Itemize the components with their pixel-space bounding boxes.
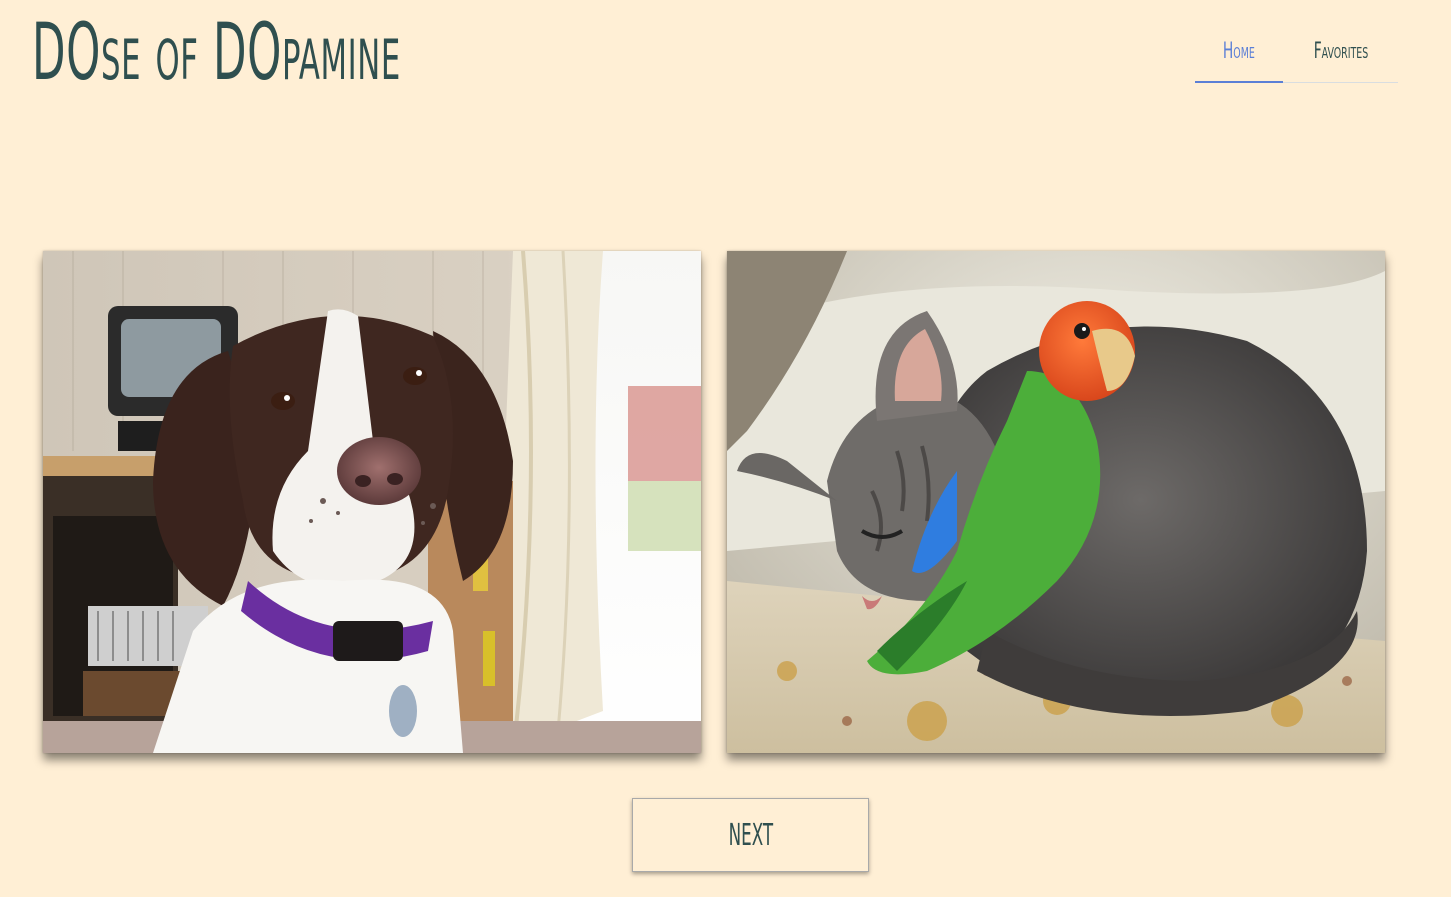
image-card-dog[interactable] — [43, 251, 701, 753]
main-nav: Home Favorites — [1195, 20, 1398, 83]
cat-parrot-photo — [727, 251, 1385, 753]
next-button[interactable]: NEXT — [632, 798, 869, 872]
dog-photo — [43, 251, 701, 753]
nav-home-link[interactable]: Home — [1195, 20, 1283, 83]
image-card-cat-parrot[interactable] — [727, 251, 1385, 753]
nav-favorites-label: Favorites — [1313, 38, 1368, 64]
nav-home-label: Home — [1223, 38, 1255, 64]
nav-favorites-link[interactable]: Favorites — [1283, 20, 1398, 82]
next-button-label: NEXT — [728, 817, 773, 853]
site-title: DOse of DOpamine — [32, 8, 401, 98]
